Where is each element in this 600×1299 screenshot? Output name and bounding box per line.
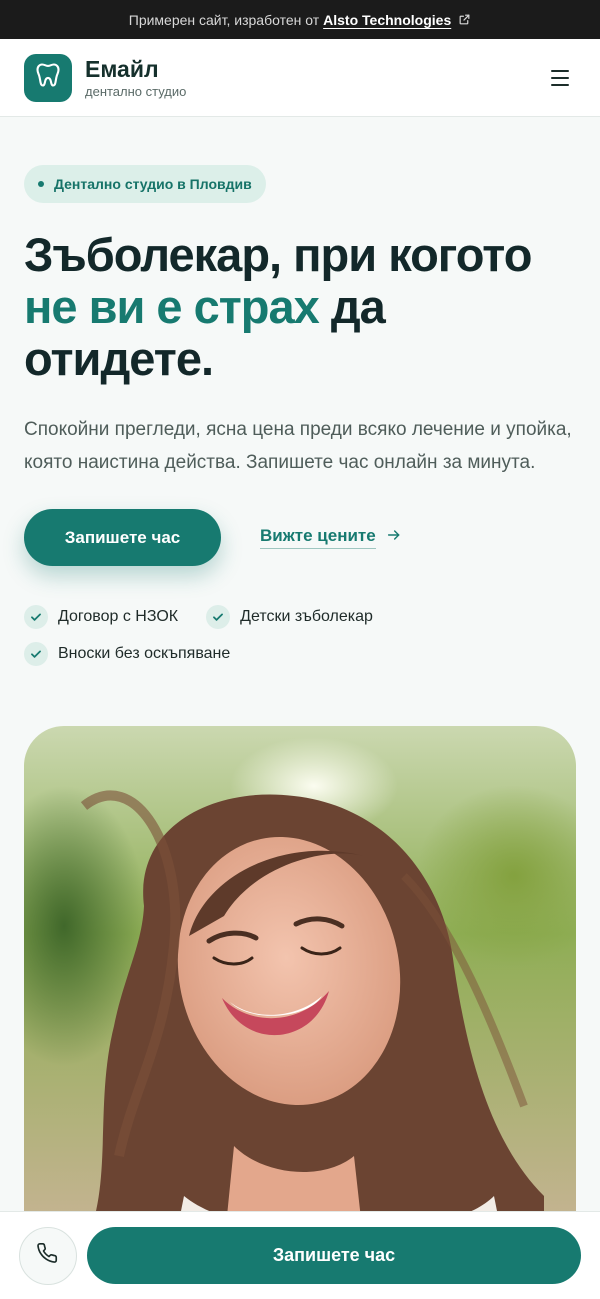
menu-button[interactable] [544,62,576,94]
feature-list: Договор с НЗОК Детски зъболекар Вноски б… [24,605,444,666]
dot-icon [38,181,44,187]
location-badge: Дентално студио в Пловдив [24,165,266,203]
hero-section: Дентално студио в Пловдив Зъболекар, при… [0,117,600,1246]
hero-title-line3: отидете. [24,332,214,385]
hero-title-line1: Зъболекар, при когото [24,228,532,281]
hero-title-accent: не ви е страх [24,280,320,333]
logo-text: Емайл дентално студио [85,56,186,100]
tooth-icon [34,61,62,94]
feature-item: Вноски без оскъпяване [24,642,230,666]
site-header: Емайл дентално студио [0,39,600,117]
hero-title: Зъболекар, при когото не ви е страх да о… [24,229,576,385]
logo[interactable] [24,53,72,102]
call-button[interactable] [19,1226,77,1285]
feature-label: Детски зъболекар [240,608,373,625]
sticky-bottom-bar: Запишете час [0,1211,600,1299]
hamburger-icon [551,69,569,72]
feature-label: Вноски без оскъпяване [58,645,231,662]
book-appointment-button[interactable]: Запишете час [24,509,221,566]
external-link-icon[interactable] [458,13,471,26]
promo-bar: Примерен сайт, изработен от Alsto Techno… [0,0,600,39]
phone-icon [37,1242,59,1269]
site-subtitle: дентално студио [85,83,187,99]
feature-label: Договор с НЗОК [58,608,179,625]
hero-lead: Спокойни прегледи, ясна цена преди всяко… [24,419,572,473]
feature-item: Договор с НЗОК [24,605,178,629]
promo-text: Примерен сайт, изработен от [128,11,320,28]
smiling-woman-illustration [80,790,544,1246]
arrow-right-icon [386,527,402,548]
cta-row: Запишете час Вижте цените [24,509,576,566]
hero-photo [24,726,576,1246]
view-prices-link[interactable]: Вижте цените [260,526,402,549]
check-icon [24,605,48,629]
site-name: Емайл [85,55,159,82]
check-icon [24,642,48,666]
promo-brand-link[interactable]: Alsto Technologies [323,12,451,28]
book-appointment-bottom-button[interactable]: Запишете час [87,1227,581,1284]
feature-item: Детски зъболекар [206,605,373,629]
badge-label: Дентално студио в Пловдив [54,176,252,192]
hero-title-rest: да [318,280,386,333]
view-prices-label: Вижте цените [260,526,376,549]
check-icon [206,605,231,629]
